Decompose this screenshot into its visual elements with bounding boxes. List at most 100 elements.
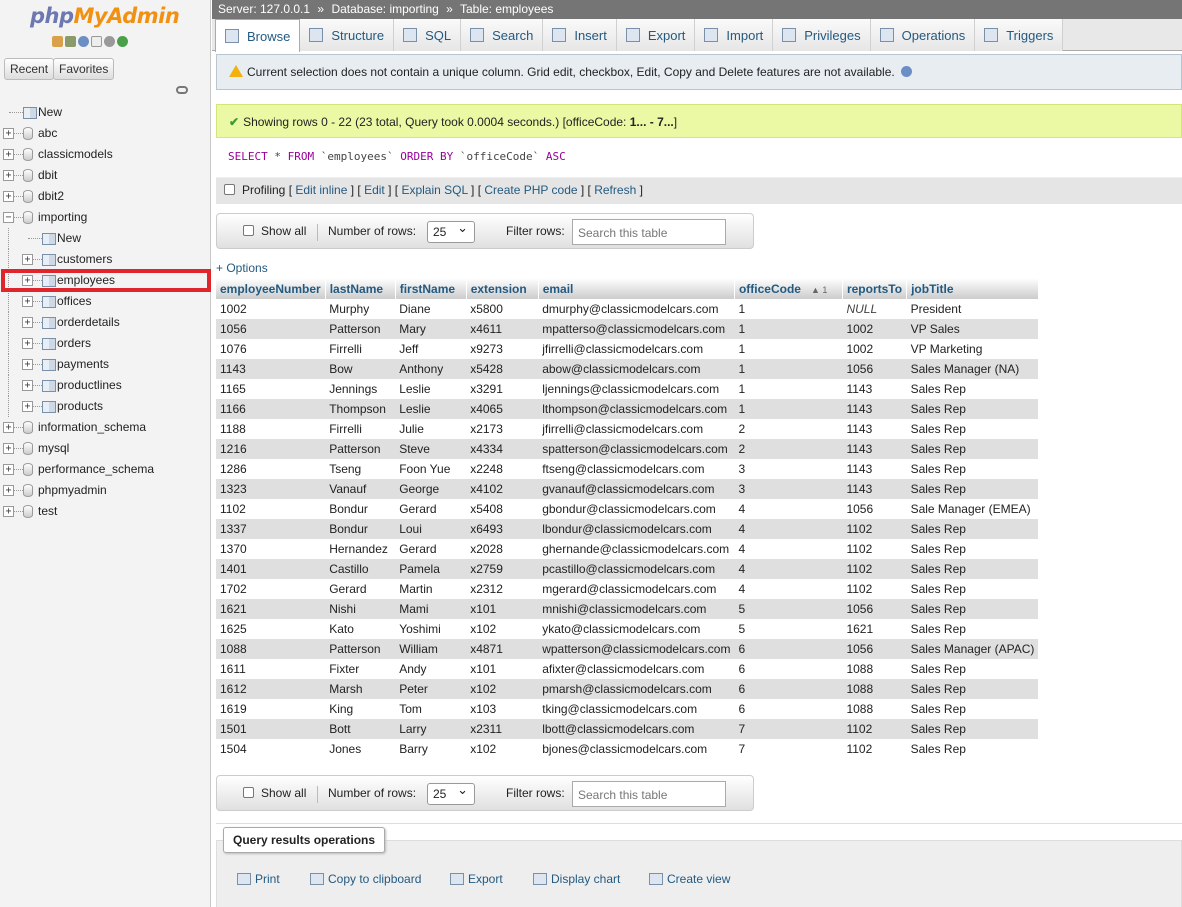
- query-op-copy-to-clipboard[interactable]: Copy to clipboard: [310, 872, 421, 886]
- sql-query-display[interactable]: SELECT * FROM `employees` ORDER BY `offi…: [216, 138, 1182, 178]
- column-header-officecode[interactable]: officeCode▲ 1: [734, 278, 842, 299]
- rows-select[interactable]: 25: [427, 783, 475, 805]
- favorites-button[interactable]: Favorites: [53, 58, 114, 80]
- column-header-employeenumber[interactable]: employeeNumber: [216, 278, 325, 299]
- database-icon: [23, 463, 33, 476]
- tab-label: Import: [726, 28, 763, 43]
- tree-item-importing[interactable]: −importing: [0, 207, 211, 228]
- column-header-reportsto[interactable]: reportsTo: [842, 278, 906, 299]
- tree-item-new[interactable]: New: [0, 102, 211, 123]
- expand-icon[interactable]: +: [22, 401, 33, 412]
- collapse-icon[interactable]: −: [3, 212, 14, 223]
- expand-icon[interactable]: +: [22, 296, 33, 307]
- expand-icon[interactable]: +: [3, 422, 14, 433]
- tree-item-phpmyadmin[interactable]: +phpmyadmin: [0, 480, 211, 501]
- tab-triggers[interactable]: Triggers: [975, 19, 1063, 51]
- expand-icon[interactable]: +: [22, 380, 33, 391]
- expand-icon[interactable]: +: [3, 128, 14, 139]
- tree-item-information-schema[interactable]: +information_schema: [0, 417, 211, 438]
- column-header-lastname[interactable]: lastName: [325, 278, 395, 299]
- phpmyadmin-logo[interactable]: phpMyAdmin: [30, 4, 179, 28]
- reload-icon[interactable]: [117, 36, 128, 47]
- profiling-link-explain-sql[interactable]: Explain SQL: [401, 183, 467, 197]
- docs-icon[interactable]: [91, 36, 102, 47]
- recent-button[interactable]: Recent: [4, 58, 54, 80]
- table-cell-email: gvanauf@classicmodelcars.com: [538, 479, 734, 499]
- tree-item-abc[interactable]: +abc: [0, 123, 211, 144]
- expand-icon[interactable]: +: [3, 191, 14, 202]
- tree-item-performance-schema[interactable]: + performance_schema: [0, 459, 211, 480]
- tab-operations[interactable]: Operations: [871, 19, 976, 51]
- query-op-display-chart[interactable]: Display chart: [533, 872, 620, 886]
- tree-item-productlines[interactable]: +productlines: [0, 375, 211, 396]
- server-breadcrumb[interactable]: Server: 127.0.0.1: [218, 2, 310, 16]
- tree-item-label: performance_schema: [38, 462, 154, 476]
- table-cell-email: ftseng@classicmodelcars.com: [538, 459, 734, 479]
- tree-item-classicmodels[interactable]: +classicmodels: [0, 144, 211, 165]
- tree-item-dbit[interactable]: +dbit: [0, 165, 211, 186]
- tab-search[interactable]: Search: [461, 19, 543, 51]
- tree-item-orderdetails[interactable]: +orderdetails: [0, 312, 211, 333]
- expand-icon[interactable]: +: [22, 254, 33, 265]
- tab-structure[interactable]: Structure: [300, 19, 394, 51]
- profiling-link-edit-inline[interactable]: Edit inline: [295, 183, 347, 197]
- logout-icon[interactable]: [65, 36, 76, 47]
- query-op-export[interactable]: Export: [450, 872, 503, 886]
- table-cell-officecode: 1: [734, 319, 842, 339]
- show-all-checkbox[interactable]: [243, 225, 254, 236]
- expand-icon[interactable]: +: [3, 443, 14, 454]
- tree-item-new[interactable]: New: [0, 228, 211, 249]
- tab-insert[interactable]: Insert: [543, 19, 617, 51]
- sort-ascending-icon[interactable]: ▲ 1: [811, 285, 827, 295]
- help-icon[interactable]: [78, 36, 89, 47]
- tree-item-test[interactable]: +test: [0, 501, 211, 522]
- settings-icon[interactable]: [104, 36, 115, 47]
- table-cell-firstname: Steve: [395, 439, 466, 459]
- table-cell-extension: x102: [466, 679, 538, 699]
- profiling-link-create-php-code[interactable]: Create PHP code: [484, 183, 577, 197]
- expand-icon[interactable]: +: [3, 464, 14, 475]
- tree-item-payments[interactable]: +payments: [0, 354, 211, 375]
- expand-icon[interactable]: +: [3, 170, 14, 181]
- tab-export[interactable]: Export: [617, 19, 696, 51]
- table-cell-officecode: 3: [734, 479, 842, 499]
- tab-browse[interactable]: Browse: [215, 19, 300, 52]
- tree-item-products[interactable]: +products: [0, 396, 211, 417]
- column-header-firstname[interactable]: firstName: [395, 278, 466, 299]
- profiling-checkbox[interactable]: [224, 184, 235, 195]
- link-icon[interactable]: [176, 86, 188, 94]
- expand-icon[interactable]: +: [22, 359, 33, 370]
- column-header-jobtitle[interactable]: jobTitle: [907, 278, 1039, 299]
- expand-icon[interactable]: +: [3, 506, 14, 517]
- expand-icon[interactable]: +: [22, 338, 33, 349]
- rows-select[interactable]: 25: [427, 221, 475, 243]
- filter-rows-input[interactable]: Search this table: [572, 781, 726, 807]
- query-op-print[interactable]: Print: [237, 872, 280, 886]
- tree-item-offices[interactable]: +offices: [0, 291, 211, 312]
- table-cell-firstname: Julie: [395, 419, 466, 439]
- help-icon[interactable]: [901, 66, 912, 77]
- tree-item-dbit2[interactable]: +dbit2: [0, 186, 211, 207]
- tree-item-mysql[interactable]: +mysql: [0, 438, 211, 459]
- table-cell-firstname: Martin: [395, 579, 466, 599]
- tab-import[interactable]: Import: [695, 19, 773, 51]
- filter-rows-input[interactable]: Search this table: [572, 219, 726, 245]
- options-toggle[interactable]: + Options: [216, 261, 268, 275]
- column-header-extension[interactable]: extension: [466, 278, 538, 299]
- column-header-email[interactable]: email: [538, 278, 734, 299]
- show-all-checkbox[interactable]: [243, 787, 254, 798]
- expand-icon[interactable]: +: [3, 485, 14, 496]
- table-icon: [42, 359, 56, 371]
- profiling-link-refresh[interactable]: Refresh: [594, 183, 636, 197]
- tab-privileges[interactable]: Privileges: [773, 19, 870, 51]
- tree-item-customers[interactable]: +customers: [0, 249, 211, 270]
- tab-sql[interactable]: SQL: [394, 19, 461, 51]
- expand-icon[interactable]: +: [3, 149, 14, 160]
- table-breadcrumb[interactable]: Table: employees: [460, 2, 553, 16]
- query-op-create-view[interactable]: Create view: [649, 872, 730, 886]
- home-icon[interactable]: [52, 36, 63, 47]
- database-breadcrumb[interactable]: Database: importing: [331, 2, 438, 16]
- tree-item-orders[interactable]: +orders: [0, 333, 211, 354]
- expand-icon[interactable]: +: [22, 317, 33, 328]
- profiling-link-edit[interactable]: Edit: [364, 183, 385, 197]
